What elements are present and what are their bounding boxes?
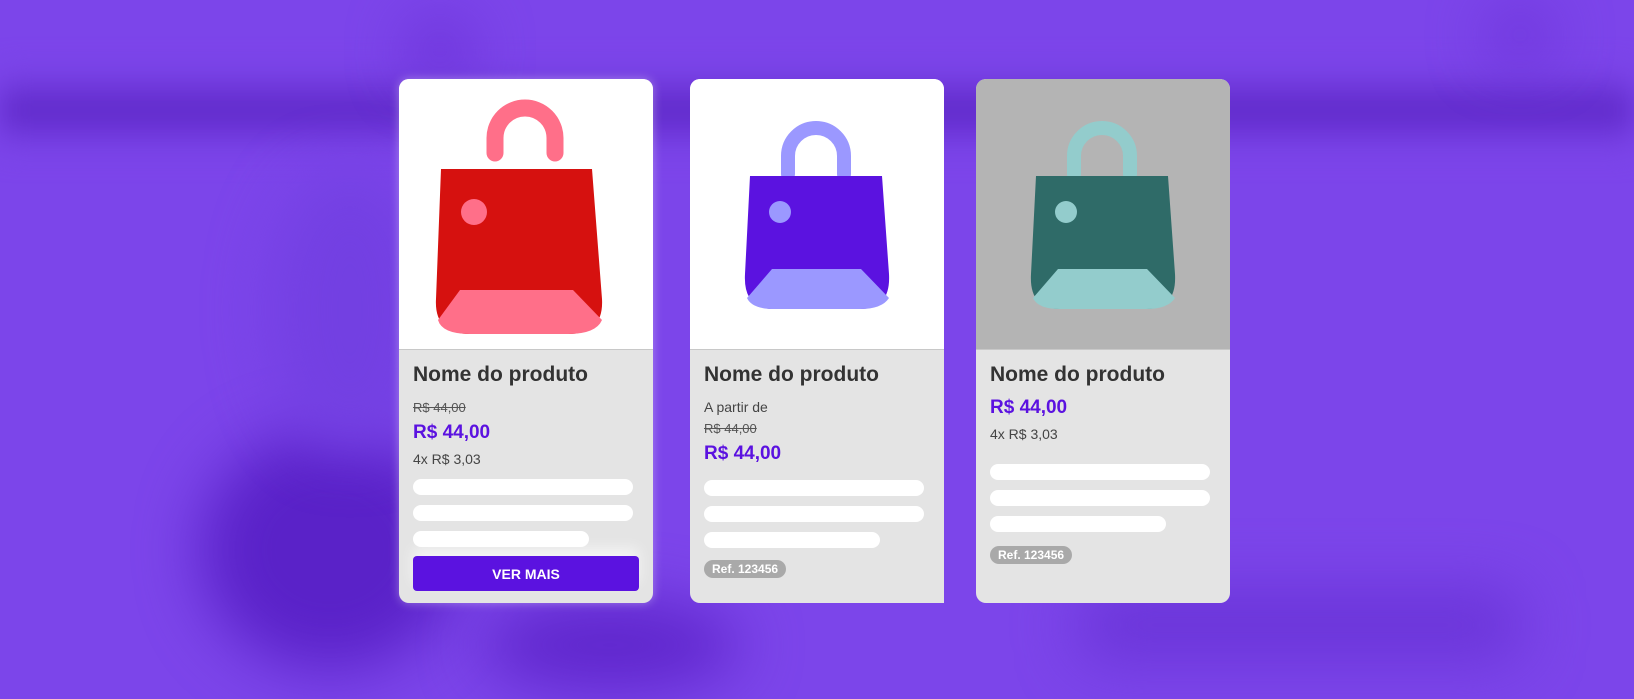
shopping-bag-icon xyxy=(744,121,890,309)
ver-mais-button[interactable]: VER MAIS xyxy=(413,556,639,591)
text-placeholder xyxy=(990,490,1210,506)
current-price: R$ 44,00 xyxy=(704,443,782,464)
product-name[interactable]: Nome do produto xyxy=(413,363,588,387)
text-placeholder xyxy=(990,516,1166,532)
text-placeholder xyxy=(413,479,633,495)
background-blob xyxy=(410,20,470,80)
text-placeholder xyxy=(704,480,924,496)
text-placeholder xyxy=(413,531,589,547)
old-price: R$ 44,00 xyxy=(413,400,466,415)
product-card[interactable]: Nome do produto R$ 44,00 R$ 44,00 4x R$ … xyxy=(399,79,653,603)
product-image[interactable] xyxy=(690,79,944,350)
product-image[interactable] xyxy=(976,79,1230,350)
text-placeholder xyxy=(704,506,924,522)
installments: 4x R$ 3,03 xyxy=(990,426,1058,442)
current-price: R$ 44,00 xyxy=(413,422,491,443)
old-price: R$ 44,00 xyxy=(704,421,757,436)
text-placeholder xyxy=(704,532,880,548)
current-price: R$ 44,00 xyxy=(990,397,1068,418)
product-name[interactable]: Nome do produto xyxy=(704,363,879,387)
installments: 4x R$ 3,03 xyxy=(413,451,481,467)
reference-badge: Ref. 123456 xyxy=(990,546,1073,564)
background-blob xyxy=(1490,10,1550,60)
reference-badge: Ref. 123456 xyxy=(704,560,787,578)
shopping-bag-icon xyxy=(435,99,603,334)
product-card[interactable]: Nome do produto R$ 44,00 4x R$ 3,03 Ref.… xyxy=(976,79,1230,603)
background-blob xyxy=(480,600,740,690)
price-prefix: A partir de xyxy=(704,399,768,415)
text-placeholder xyxy=(990,464,1210,480)
product-image[interactable] xyxy=(399,79,653,350)
text-placeholder xyxy=(413,505,633,521)
product-name[interactable]: Nome do produto xyxy=(990,363,1165,387)
shopping-bag-icon xyxy=(1030,121,1176,309)
product-card[interactable]: Nome do produto A partir de R$ 44,00 R$ … xyxy=(690,79,944,603)
